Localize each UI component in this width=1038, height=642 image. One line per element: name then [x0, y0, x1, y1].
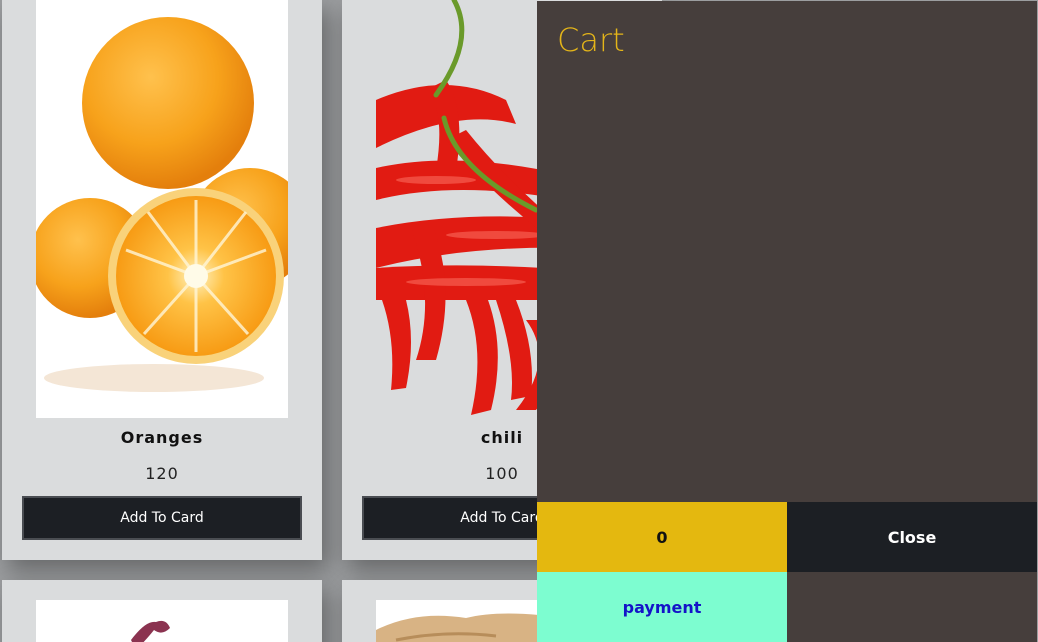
product-price: 120: [145, 464, 179, 483]
cart-panel: Cart 0 Close payment: [537, 1, 1037, 642]
shop-page: Oranges 120 Add To Card chili 100 Add To…: [0, 0, 1038, 642]
close-button[interactable]: Close: [787, 502, 1037, 572]
add-to-cart-button[interactable]: Add To Card: [22, 496, 302, 540]
product-image: [36, 600, 288, 642]
payment-button[interactable]: payment: [537, 572, 787, 642]
product-name: Oranges: [120, 428, 204, 447]
oranges-image: [36, 0, 288, 418]
cart-title: Cart: [557, 21, 625, 59]
product-card-oranges: Oranges 120 Add To Card: [2, 0, 322, 560]
cart-count: 0: [537, 502, 787, 572]
product-card: [2, 580, 322, 642]
